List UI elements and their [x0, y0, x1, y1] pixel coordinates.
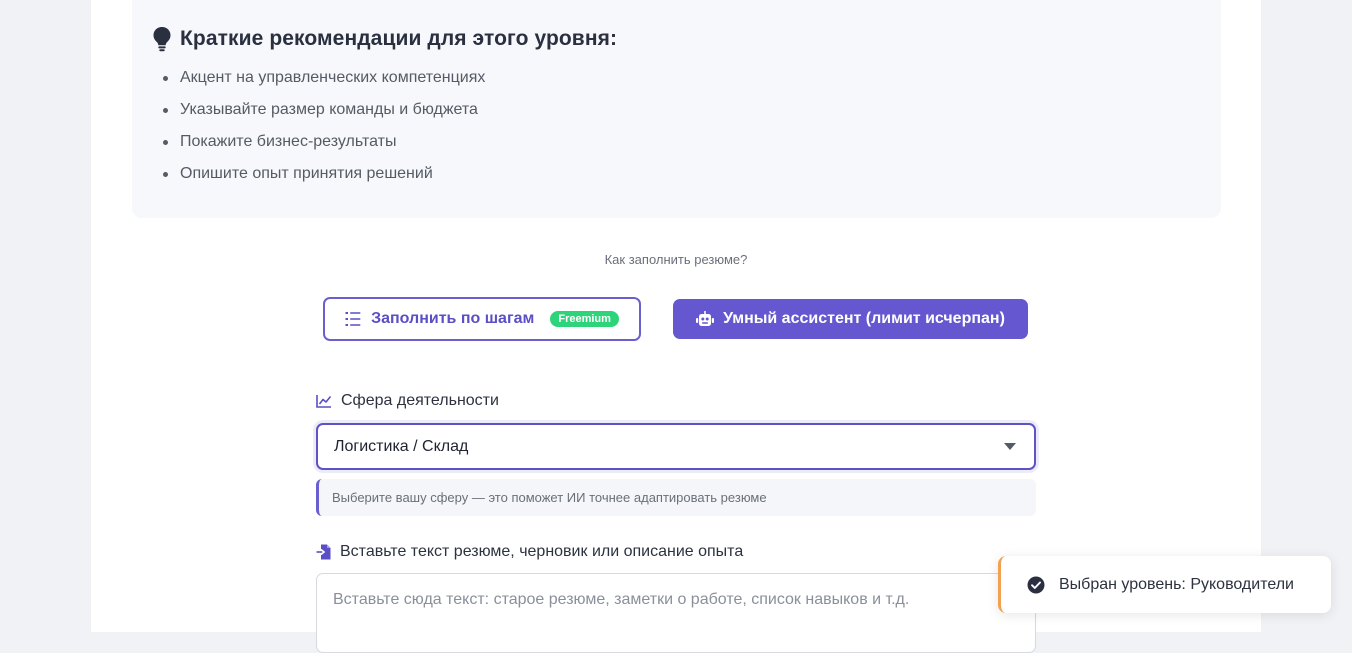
toast-notification: Выбран уровень: Руководители — [998, 556, 1331, 613]
sphere-label: Сфера деятельности — [316, 389, 499, 413]
toast-message: Выбран уровень: Руководители — [1059, 575, 1294, 593]
tips-list: Акцент на управленческих компетенциях Ук… — [162, 66, 485, 194]
list-item: Акцент на управленческих компетенциях — [162, 66, 485, 98]
main-content: Краткие рекомендации для этого уровня: А… — [91, 0, 1261, 653]
list-item: Опишите опыт принятия решений — [162, 162, 485, 194]
tips-card: Краткие рекомендации для этого уровня: А… — [132, 0, 1221, 218]
resume-text-label: Вставьте текст резюме, черновик или опис… — [316, 540, 743, 564]
list-ordered-icon — [345, 312, 361, 326]
resume-text-label-text: Вставьте текст резюме, черновик или опис… — [340, 543, 744, 560]
resume-text-placeholder: Вставьте сюда текст: старое резюме, заме… — [333, 591, 910, 608]
fill-by-steps-button[interactable]: Заполнить по шагам Freemium — [323, 297, 641, 341]
list-item: Покажите бизнес-результаты — [162, 130, 485, 162]
freemium-badge: Freemium — [550, 311, 619, 327]
list-item: Указывайте размер команды и бюджета — [162, 98, 485, 130]
tips-title: Краткие рекомендации для этого уровня: — [180, 27, 618, 50]
sphere-select[interactable]: Логистика / Склад — [316, 423, 1036, 470]
fill-mode-question: Как заполнить резюме? — [604, 252, 748, 267]
smart-assistant-label: Умный ассистент (лимит исчерпан) — [723, 310, 1005, 327]
resume-text-input[interactable]: Вставьте сюда текст: старое резюме, заме… — [316, 573, 1036, 653]
check-circle-icon — [1027, 576, 1045, 593]
caret-down-icon — [1004, 443, 1016, 450]
fill-by-steps-label: Заполнить по шагам — [371, 310, 535, 327]
lightbulb-icon — [153, 27, 171, 52]
sphere-label-text: Сфера деятельности — [341, 392, 499, 409]
file-import-icon — [316, 544, 331, 560]
sphere-hint-text: Выберите вашу сферу — это поможет ИИ точ… — [332, 490, 767, 505]
sphere-hint: Выберите вашу сферу — это поможет ИИ точ… — [316, 479, 1036, 516]
smart-assistant-button[interactable]: Умный ассистент (лимит исчерпан) — [673, 299, 1028, 339]
robot-icon — [696, 311, 715, 326]
tips-header: Краткие рекомендации для этого уровня: — [152, 25, 617, 53]
sphere-selected-value: Логистика / Склад — [334, 437, 469, 455]
line-chart-icon — [316, 395, 332, 408]
